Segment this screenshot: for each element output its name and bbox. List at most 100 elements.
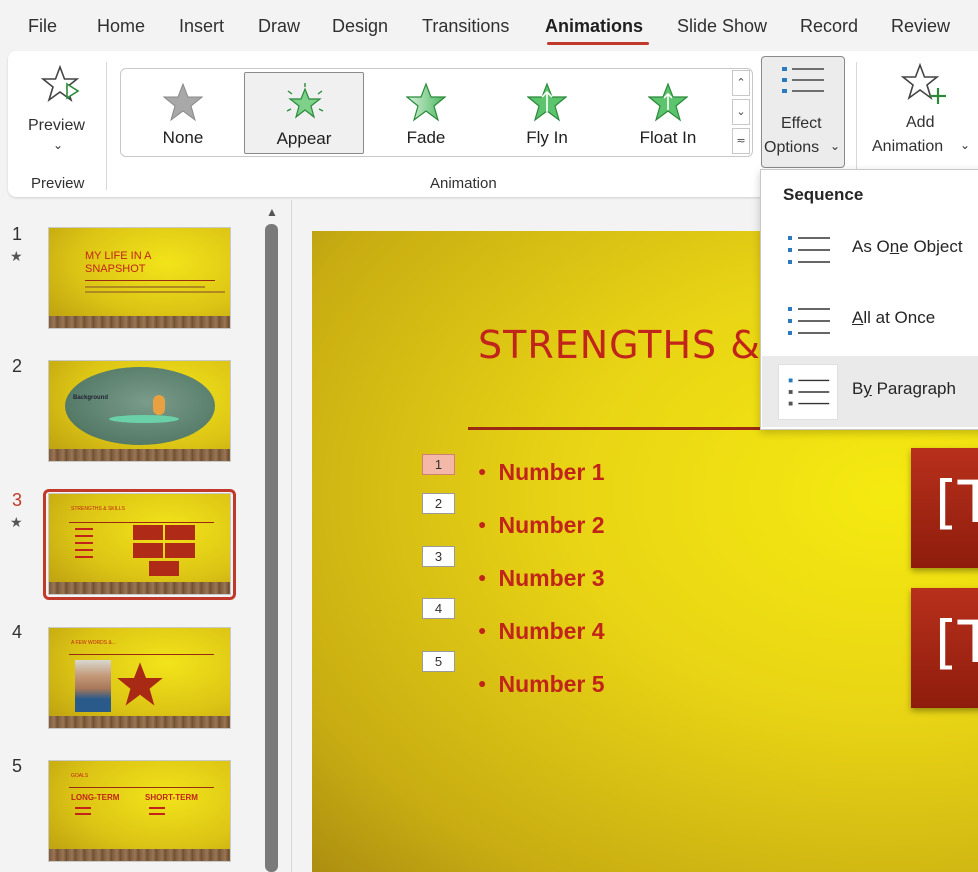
red-text-box[interactable]: [T <box>911 448 978 568</box>
thumb-red-block <box>165 525 195 540</box>
gray-star-icon <box>163 82 203 122</box>
box-text: [T <box>935 468 978 536</box>
tab-home[interactable]: Home <box>97 16 145 37</box>
as-one-object-icon <box>788 236 830 264</box>
bullet-item[interactable]: ● Number 4 <box>478 618 605 645</box>
as-one-object-option[interactable]: As One Object <box>762 214 978 285</box>
thumb-text-line <box>75 556 93 558</box>
bullet-dot-icon: ● <box>478 675 487 691</box>
add-animation-star-icon <box>900 62 946 104</box>
bullet-item[interactable]: ● Number 5 <box>478 671 605 698</box>
thumb-text-line <box>75 813 91 815</box>
thumb-red-block <box>149 561 179 576</box>
animation-order-tag[interactable]: 3 <box>422 546 455 567</box>
animation-order-tag[interactable]: 1 <box>422 454 455 475</box>
bullet-dot-icon: ● <box>478 569 487 585</box>
thumb-red-block <box>133 525 163 540</box>
slide-thumbnail-3[interactable]: STRENGTHS & SKILLS <box>48 493 231 595</box>
thumb-title: A FEW WORDS &... <box>71 640 117 646</box>
animation-none[interactable]: None <box>123 72 243 154</box>
thumb-rule <box>69 787 214 788</box>
thumb-wood-floor <box>49 582 230 594</box>
gallery-scroll-up-button[interactable]: ⌃ <box>732 70 750 96</box>
red-text-box[interactable]: [T <box>911 588 978 708</box>
bullet-text: Number 3 <box>498 565 605 591</box>
add-animation-line2: Animation <box>872 138 944 155</box>
fade-star-icon <box>406 82 446 122</box>
by-paragraph-option[interactable]: By Paragraph <box>762 356 978 427</box>
thumb-red-block <box>165 543 195 558</box>
animation-float-in[interactable]: Float In <box>608 72 728 154</box>
float-in-star-icon <box>648 82 688 122</box>
gallery-scroll-down-button[interactable]: ⌄ <box>732 99 750 125</box>
thumb-rule <box>85 280 215 281</box>
thumb-star-icon <box>117 662 163 706</box>
thumb-title: Background <box>73 395 109 401</box>
panel-scrollbar[interactable] <box>265 224 278 872</box>
tab-insert[interactable]: Insert <box>179 16 224 37</box>
add-animation-line1: Add <box>906 114 935 131</box>
all-at-once-label: All at Once <box>852 308 936 327</box>
tab-file[interactable]: File <box>28 16 57 37</box>
slide-thumbnail-5[interactable]: GOALS LONG-TERM SHORT-TERM <box>48 760 231 862</box>
thumb-photo-ellipse <box>65 367 215 445</box>
preview-label: Preview <box>28 117 85 134</box>
slide-number: 5 <box>12 756 23 776</box>
tab-animations[interactable]: Animations <box>545 16 643 37</box>
tab-review[interactable]: Review <box>891 16 950 37</box>
menu-bar: File Home Insert Draw Design Transitions… <box>0 0 978 54</box>
chevron-down-icon: ⌄ <box>960 138 971 152</box>
slide-number: 3 <box>12 490 23 510</box>
chevron-down-icon: ⌄ <box>830 139 841 153</box>
slide-title[interactable]: STRENGTHS & <box>478 323 761 367</box>
effect-options-line2: Options <box>764 139 820 156</box>
animation-appear[interactable]: Appear <box>244 72 364 154</box>
gallery-more-button[interactable]: ≂ <box>732 128 750 154</box>
tab-draw[interactable]: Draw <box>258 16 300 37</box>
thumb-red-block <box>133 543 163 558</box>
bullet-text: Number 2 <box>498 512 605 538</box>
thumb-text-line <box>75 528 93 530</box>
slide-number: 4 <box>12 622 23 642</box>
appear-star-icon <box>286 83 324 119</box>
add-animation-button[interactable]: Add Animation ⌄ <box>866 56 978 168</box>
preview-group-label: Preview <box>31 175 85 192</box>
panel-scroll-up-icon[interactable]: ▲ <box>265 205 279 219</box>
bullet-dot-icon: ● <box>478 463 487 479</box>
animation-star-icon: ★ <box>10 514 23 530</box>
bullet-text: Number 5 <box>498 671 605 697</box>
effect-options-dropdown: Sequence As One Object All at Once By Pa… <box>760 169 978 430</box>
slide-thumbnail-1[interactable]: MY LIFE IN A SNAPSHOT <box>48 227 231 329</box>
tab-transitions[interactable]: Transitions <box>422 16 509 37</box>
animation-gallery: None Appear Fade Fly In Float In <box>120 68 753 157</box>
thumb-title: STRENGTHS & SKILLS <box>71 506 125 512</box>
bullet-item[interactable]: ● Number 2 <box>478 512 605 539</box>
bullet-item[interactable]: ● Number 1 <box>478 459 605 486</box>
thumb-kayak <box>109 415 179 423</box>
thumb-wood-floor <box>49 716 230 728</box>
animation-fade-label: Fade <box>406 128 446 147</box>
animation-fly-in[interactable]: Fly In <box>487 72 607 154</box>
thumb-paddler <box>153 395 165 415</box>
effect-options-button[interactable]: Effect Options ⌄ <box>761 56 845 168</box>
bullet-item[interactable]: ● Number 3 <box>478 565 605 592</box>
tab-design[interactable]: Design <box>332 16 388 37</box>
animation-order-tag[interactable]: 2 <box>422 493 455 514</box>
box-text: [T <box>935 608 978 676</box>
thumb-avatar-photo <box>75 660 111 712</box>
slide-thumbnail-2[interactable]: Background <box>48 360 231 462</box>
bullet-dot-icon: ● <box>478 622 487 638</box>
animation-order-tag[interactable]: 4 <box>422 598 455 619</box>
tab-record[interactable]: Record <box>800 16 858 37</box>
animation-order-tag[interactable]: 5 <box>422 651 455 672</box>
preview-button[interactable]: Preview ⌄ <box>22 60 96 160</box>
thumb-wood-floor <box>49 316 230 328</box>
all-at-once-icon <box>788 307 830 335</box>
slide-thumbnail-4[interactable]: A FEW WORDS &... <box>48 627 231 729</box>
animation-fade[interactable]: Fade <box>366 72 486 154</box>
all-at-once-option[interactable]: All at Once <box>762 285 978 356</box>
by-paragraph-icon <box>778 364 838 420</box>
tab-slide-show[interactable]: Slide Show <box>677 16 767 37</box>
thumb-text-line <box>75 542 93 544</box>
animation-float-in-label: Float In <box>639 128 697 147</box>
